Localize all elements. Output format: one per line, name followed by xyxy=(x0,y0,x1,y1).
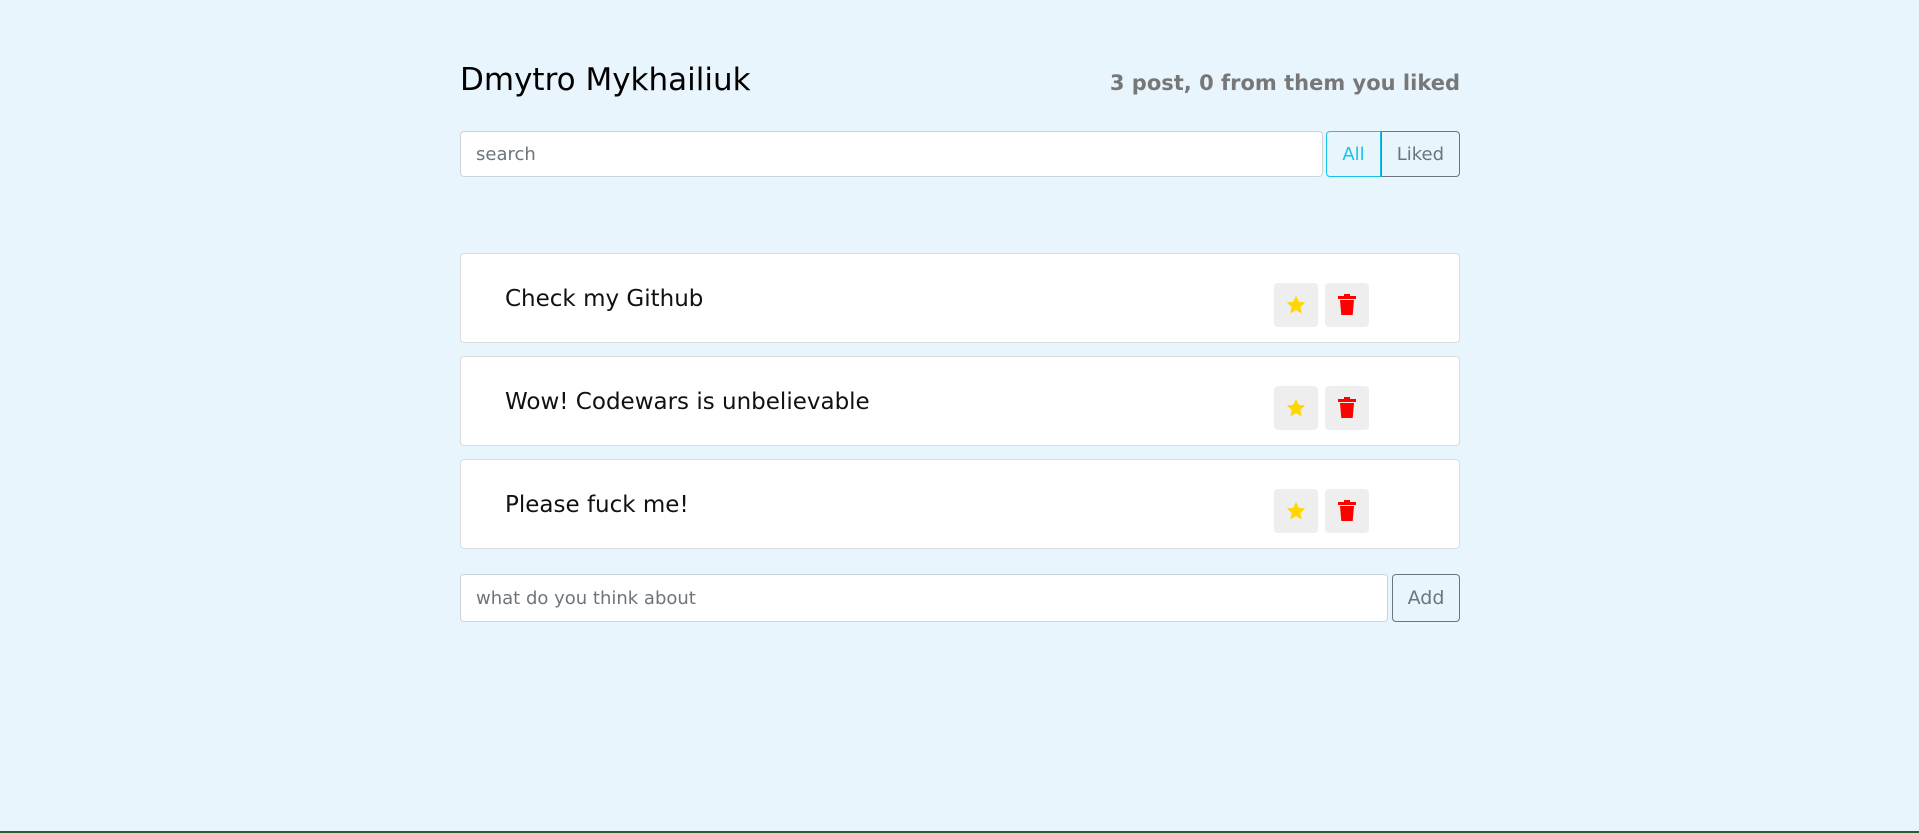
post-summary: 3 post, 0 from them you liked xyxy=(1109,71,1460,95)
delete-button[interactable] xyxy=(1325,489,1369,533)
filter-liked-button[interactable]: Liked xyxy=(1380,131,1460,177)
add-post-form: Add xyxy=(460,574,1460,622)
trash-icon xyxy=(1338,397,1356,418)
add-button[interactable]: Add xyxy=(1392,574,1460,622)
app-header: Dmytro Mykhailiuk 3 post, 0 from them yo… xyxy=(460,62,1460,98)
star-icon xyxy=(1286,398,1306,417)
delete-button[interactable] xyxy=(1325,386,1369,430)
filter-all-button[interactable]: All xyxy=(1326,131,1381,177)
list-item: Check my Github xyxy=(460,253,1460,343)
like-button[interactable] xyxy=(1274,489,1318,533)
post-label[interactable]: Wow! Codewars is unbelievable xyxy=(505,357,870,447)
list-item: Please fuck me! xyxy=(460,459,1460,549)
delete-button[interactable] xyxy=(1325,283,1369,327)
like-button[interactable] xyxy=(1274,386,1318,430)
search-input[interactable] xyxy=(460,131,1324,177)
filter-group: All Liked xyxy=(1326,131,1460,177)
star-icon xyxy=(1286,295,1306,314)
trash-icon xyxy=(1338,294,1356,315)
like-button[interactable] xyxy=(1274,283,1318,327)
star-icon xyxy=(1286,501,1306,520)
trash-icon xyxy=(1338,500,1356,521)
list-item: Wow! Codewars is unbelievable xyxy=(460,356,1460,446)
post-label[interactable]: Check my Github xyxy=(505,254,703,344)
search-panel: All Liked xyxy=(460,131,1460,177)
page-title: Dmytro Mykhailiuk xyxy=(460,62,751,98)
new-post-input[interactable] xyxy=(460,574,1388,622)
post-label[interactable]: Please fuck me! xyxy=(505,460,689,550)
